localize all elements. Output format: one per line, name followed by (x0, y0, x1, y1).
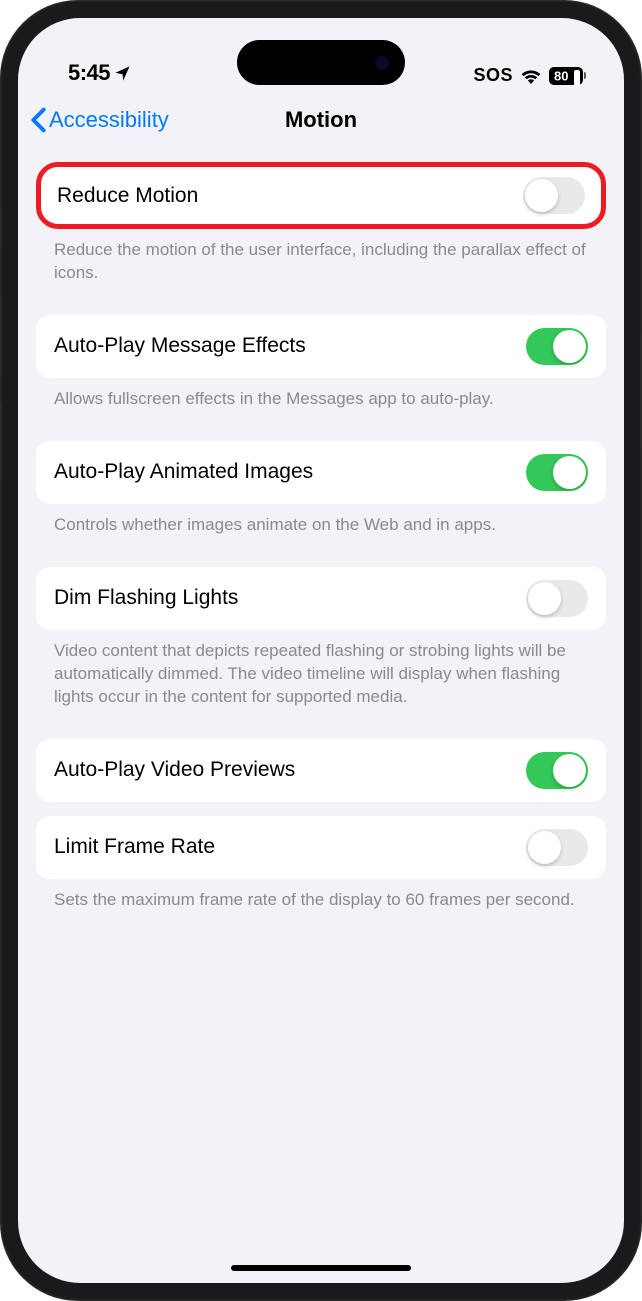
row-description: Controls whether images animate on the W… (36, 504, 606, 553)
location-icon (114, 65, 131, 82)
settings-content: Reduce Motion Reduce the motion of the u… (18, 148, 624, 928)
settings-group-reduce-motion: Reduce Motion Reduce the motion of the u… (36, 162, 606, 301)
volume-up-button (0, 296, 2, 376)
toggle-autoplay-video[interactable] (526, 752, 588, 789)
status-right: SOS 80 (473, 65, 586, 86)
toggle-autoplay-message[interactable] (526, 328, 588, 365)
toggle-reduce-motion[interactable] (523, 177, 585, 214)
row-description: Video content that depicts repeated flas… (36, 630, 606, 725)
wifi-icon (520, 68, 542, 84)
battery-fill (574, 70, 580, 86)
battery-level: 80 (554, 68, 568, 83)
row-label: Auto-Play Animated Images (54, 460, 313, 484)
row-description: Sets the maximum frame rate of the displ… (36, 879, 606, 928)
status-left: 5:45 (68, 60, 131, 86)
toggle-knob (553, 754, 586, 787)
row-label: Limit Frame Rate (54, 835, 215, 859)
toggle-limit-framerate[interactable] (526, 829, 588, 866)
settings-group-autoplay-images: Auto-Play Animated Images Controls wheth… (36, 441, 606, 553)
screen: 5:45 SOS 80 (18, 18, 624, 1283)
settings-row-limit-framerate[interactable]: Limit Frame Rate (36, 816, 606, 879)
home-indicator[interactable] (231, 1265, 411, 1271)
volume-down-button (0, 402, 2, 482)
settings-group-autoplay-video: Auto-Play Video Previews (36, 739, 606, 802)
row-label: Dim Flashing Lights (54, 586, 238, 610)
navigation-bar: Accessibility Motion (18, 92, 624, 148)
toggle-knob (525, 179, 558, 212)
settings-row-reduce-motion[interactable]: Reduce Motion (36, 162, 606, 229)
toggle-knob (553, 330, 586, 363)
front-camera (375, 56, 389, 70)
mute-switch (0, 208, 2, 248)
row-label: Auto-Play Message Effects (54, 334, 306, 358)
row-description: Reduce the motion of the user interface,… (36, 229, 606, 301)
row-label: Auto-Play Video Previews (54, 758, 295, 782)
settings-row-autoplay-message[interactable]: Auto-Play Message Effects (36, 315, 606, 378)
row-description: Allows fullscreen effects in the Message… (36, 378, 606, 427)
dynamic-island (237, 40, 405, 85)
sos-indicator: SOS (473, 65, 513, 86)
status-time: 5:45 (68, 60, 110, 86)
toggle-knob (528, 582, 561, 615)
toggle-knob (553, 456, 586, 489)
settings-row-autoplay-images[interactable]: Auto-Play Animated Images (36, 441, 606, 504)
toggle-autoplay-images[interactable] (526, 454, 588, 491)
battery-body: 80 (549, 67, 583, 85)
settings-row-dim-flashing[interactable]: Dim Flashing Lights (36, 567, 606, 630)
back-button[interactable]: Accessibility (30, 107, 169, 133)
toggle-knob (528, 831, 561, 864)
back-label: Accessibility (49, 107, 169, 133)
settings-group-limit-framerate: Limit Frame Rate Sets the maximum frame … (36, 816, 606, 928)
settings-row-autoplay-video[interactable]: Auto-Play Video Previews (36, 739, 606, 802)
row-label: Reduce Motion (57, 184, 198, 208)
settings-group-dim-flashing: Dim Flashing Lights Video content that d… (36, 567, 606, 725)
page-title: Motion (285, 107, 357, 133)
chevron-left-icon (30, 107, 47, 133)
battery-tip (584, 72, 586, 79)
battery-indicator: 80 (549, 67, 586, 85)
settings-group-autoplay-message: Auto-Play Message Effects Allows fullscr… (36, 315, 606, 427)
device-frame: 5:45 SOS 80 (0, 0, 642, 1301)
toggle-dim-flashing[interactable] (526, 580, 588, 617)
